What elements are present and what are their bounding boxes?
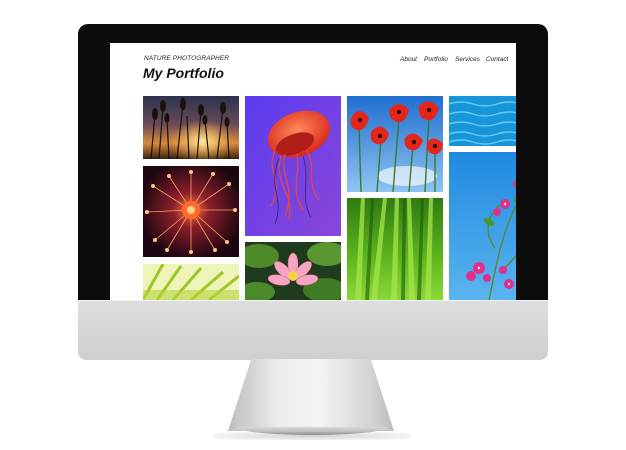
gallery-photo-blue-water[interactable] (449, 96, 516, 146)
site-tagline: NATURE PHOTOGRAPHER (144, 55, 230, 62)
nav-link-portfolio[interactable]: Portfolio (424, 56, 448, 63)
desktop-monitor: NATURE PHOTOGRAPHER My Portfolio About P… (78, 24, 548, 360)
gallery-photo-jellyfish[interactable] (245, 96, 341, 236)
nav-link-about[interactable]: About (400, 56, 417, 63)
gallery-photo-pink-water-lily[interactable] (245, 242, 341, 300)
gallery-photo-palm-leaf[interactable] (143, 264, 239, 300)
monitor-stand (228, 359, 394, 431)
monitor-shadow (214, 432, 410, 440)
gallery-photo-reeds-at-sunset[interactable] (143, 96, 239, 159)
monitor-chin (78, 300, 548, 360)
gallery-photo-orange-sea-anemone[interactable] (143, 166, 239, 257)
monitor-screen: NATURE PHOTOGRAPHER My Portfolio About P… (110, 43, 516, 300)
nav-link-services[interactable]: Services (455, 56, 480, 63)
gallery-photo-green-grass-blades[interactable] (347, 198, 443, 300)
page-title: My Portfolio (143, 65, 224, 81)
nav-link-contact[interactable]: Contact (486, 56, 508, 63)
gallery-photo-pink-bougainvillea[interactable] (449, 152, 516, 300)
gallery-photo-red-poppies[interactable] (347, 96, 443, 192)
